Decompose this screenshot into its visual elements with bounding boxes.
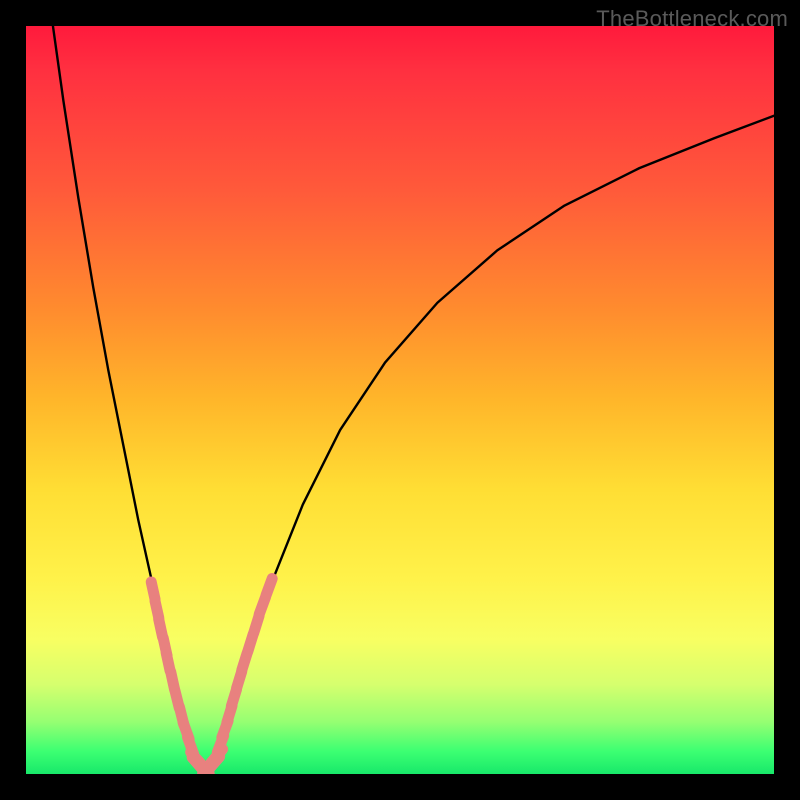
data-dash <box>266 579 272 596</box>
dash-layer <box>151 579 272 774</box>
curve-layer <box>53 26 774 767</box>
plot-area <box>26 26 774 774</box>
watermark-text: TheBottleneck.com <box>596 6 788 32</box>
outer-frame: TheBottleneck.com <box>0 0 800 800</box>
bottleneck-curve <box>53 26 774 767</box>
chart-svg <box>26 26 774 774</box>
